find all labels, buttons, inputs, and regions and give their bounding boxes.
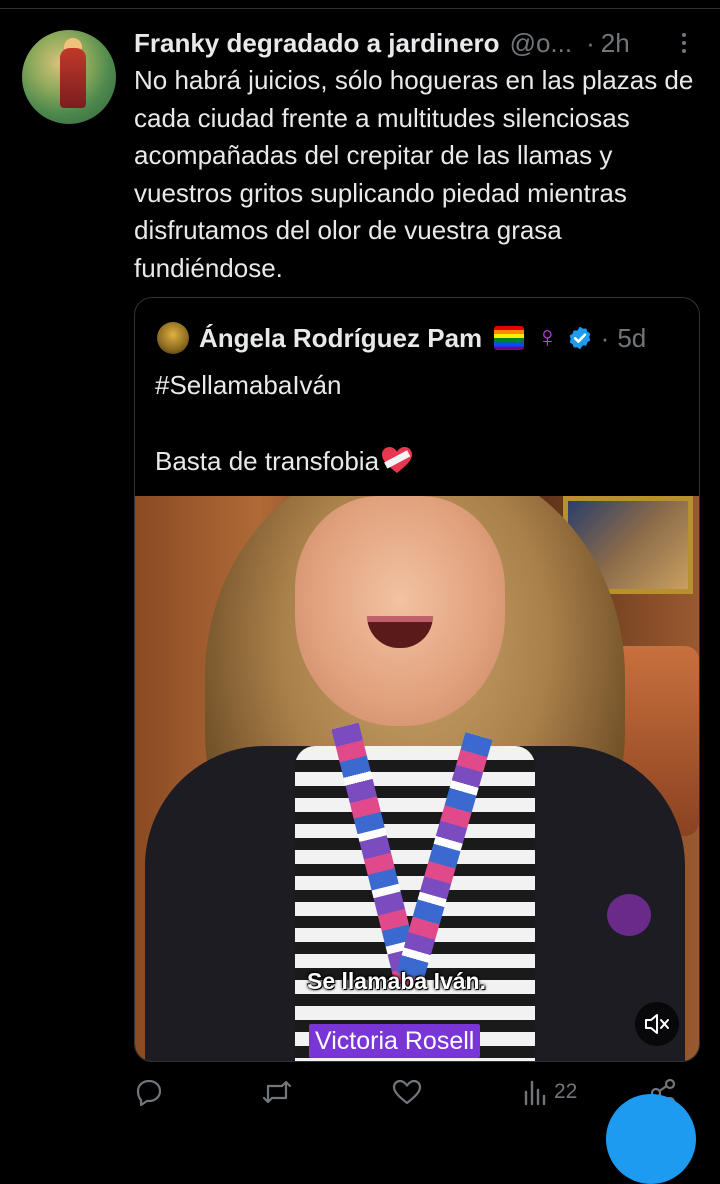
author-handle[interactable]: @o... [510,28,573,59]
video-player[interactable]: Se llamaba Iván. Victoria Rosell [135,496,699,1061]
quoted-author-name[interactable]: Ángela Rodríguez Pam [199,323,482,354]
heart-bandage-icon [382,447,413,473]
more-options-icon[interactable] [676,30,692,56]
quoted-text-line: Basta de transfobia [155,446,413,477]
verified-badge-icon [569,326,590,350]
author-name[interactable]: Franky degradado a jardinero [134,28,500,59]
retweet-button[interactable] [260,1076,294,1108]
tweet-actions: 22 [134,1076,694,1108]
quoted-tweet-time[interactable]: 5d [617,323,646,354]
top-divider [0,8,720,9]
person-brooch [607,894,651,936]
person-face [295,496,505,726]
separator-dot: · [586,27,595,58]
quoted-separator-dot: · [600,322,610,353]
reply-icon [136,1079,162,1106]
quoted-author-avatar[interactable] [157,322,189,354]
rainbow-flag-icon [494,326,525,350]
tweet-header: Franky degradado a jardinero @o... · 2h [134,26,694,60]
volume-muted-icon[interactable] [635,1002,679,1046]
quoted-text: Basta de transfobia [155,446,380,476]
views-icon [524,1080,546,1106]
heart-icon [392,1079,422,1105]
retweet-icon [262,1080,292,1104]
quoted-tweet-header: Ángela Rodríguez Pam ♀ · 5d [199,320,646,356]
like-button[interactable] [392,1076,422,1108]
reply-button[interactable] [134,1076,164,1108]
female-symbol-icon: ♀ [536,321,559,354]
views-button[interactable]: 22 [522,1076,577,1108]
video-name-label: Victoria Rosell [309,1024,481,1058]
person-striped-shirt [295,746,535,1061]
hashtag-link[interactable]: #SellamabaIván [155,370,341,401]
views-count: 22 [554,1080,578,1103]
avatar-figure-body [60,48,86,108]
video-caption: Se llamaba Iván. [307,968,486,994]
tweet-time[interactable]: 2h [601,28,630,59]
quoted-tweet[interactable]: Ángela Rodríguez Pam ♀ · 5d #SellamabaIv… [134,297,700,1062]
author-avatar[interactable] [22,30,116,124]
tweet-text: No habrá juicios, sólo hogueras en las p… [134,65,694,283]
